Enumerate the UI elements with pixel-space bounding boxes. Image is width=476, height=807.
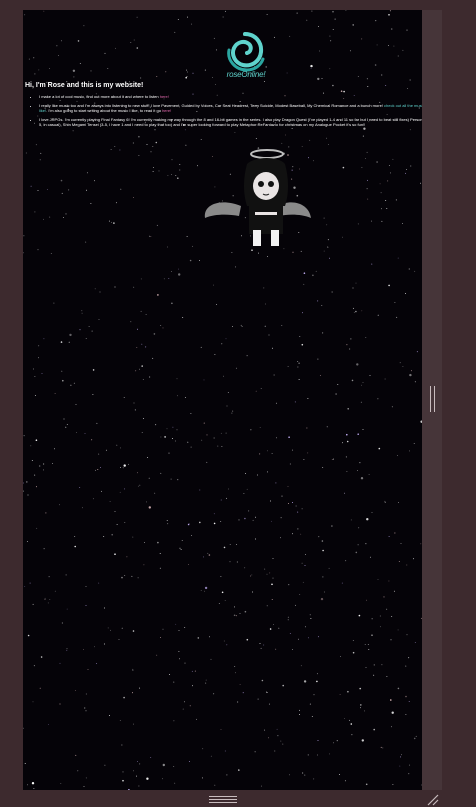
list-item: I love JRPGs. I'm currently playing Fina… bbox=[39, 117, 422, 127]
list-item: I really like music too and I'm always i… bbox=[39, 103, 422, 113]
swirl-logo-icon bbox=[227, 32, 265, 72]
list-item: I make a lot of cool music, find out mor… bbox=[39, 94, 422, 99]
page-content: roseOnline! Hi, I'm Rose and this is my … bbox=[23, 10, 422, 790]
scroll-grip-icon[interactable] bbox=[430, 386, 436, 412]
logo-text: roseOnline! bbox=[226, 70, 266, 79]
resize-grip-icon[interactable] bbox=[424, 792, 440, 806]
music-writing-link[interactable]: here! bbox=[162, 108, 171, 113]
page-frame: roseOnline! Hi, I'm Rose and this is my … bbox=[23, 10, 422, 790]
music-link[interactable]: here! bbox=[160, 94, 169, 99]
site-logo[interactable]: roseOnline! bbox=[219, 30, 271, 79]
page-title: Hi, I'm Rose and this is my website! bbox=[25, 82, 144, 89]
angel-avatar-icon bbox=[204, 149, 311, 246]
list-item-text: I love JRPGs. I'm currently playing Fina… bbox=[39, 117, 422, 127]
list-item-text: I make a lot of cool music, find out mor… bbox=[39, 94, 160, 99]
list-item-text: . I'm also going to start writing about … bbox=[46, 108, 163, 113]
bottom-drag-handle[interactable] bbox=[209, 796, 237, 804]
intro-list: I make a lot of cool music, find out mor… bbox=[31, 94, 422, 131]
